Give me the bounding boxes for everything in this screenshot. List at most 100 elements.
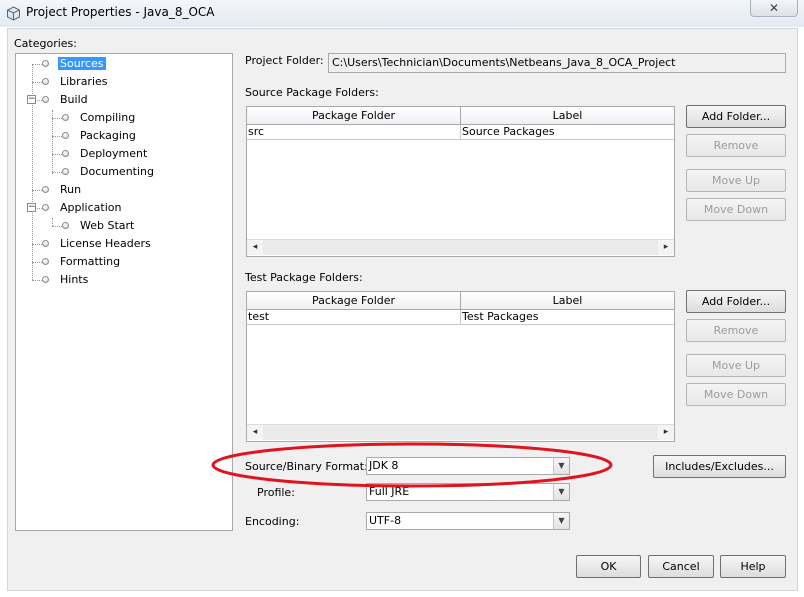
node-icon — [42, 186, 49, 193]
ok-button[interactable]: OK — [576, 555, 641, 578]
encoding-value: UTF-8 — [369, 514, 402, 527]
category-formatting[interactable]: Formatting — [42, 254, 122, 270]
tree-line — [32, 64, 42, 65]
category-deployment[interactable]: Deployment — [62, 146, 149, 162]
scroll-left-icon[interactable]: ◂ — [247, 240, 263, 255]
category-label: Libraries — [60, 75, 108, 88]
category-label: License Headers — [60, 237, 151, 250]
category-hints[interactable]: Hints — [42, 272, 90, 288]
chevron-down-icon: ▼ — [553, 513, 569, 529]
tree-line — [52, 136, 62, 137]
source-remove-button[interactable]: Remove — [686, 134, 786, 157]
horizontal-scrollbar[interactable]: ◂ ▸ — [247, 424, 674, 440]
project-properties-dialog: Project Properties - Java_8_OCA ✕ Catego… — [0, 0, 804, 597]
table-cell-label[interactable]: Test Packages — [461, 310, 674, 325]
node-icon — [42, 78, 49, 85]
close-icon: ✕ — [768, 1, 780, 15]
test-remove-button[interactable]: Remove — [686, 319, 786, 342]
node-icon — [62, 132, 69, 139]
node-icon — [62, 222, 69, 229]
column-header-label[interactable]: Label — [461, 107, 674, 125]
node-icon — [42, 276, 49, 283]
category-label: Hints — [60, 273, 89, 286]
tree-line — [52, 172, 62, 173]
category-libraries[interactable]: Libraries — [42, 74, 110, 90]
table-cell-folder[interactable]: src — [247, 125, 461, 140]
category-web-start[interactable]: Web Start — [62, 218, 136, 234]
test-package-folders-label: Test Package Folders: — [245, 271, 363, 284]
includes-excludes-button[interactable]: Includes/Excludes... — [653, 455, 786, 478]
category-documenting[interactable]: Documenting — [62, 164, 156, 180]
category-label: Deployment — [80, 147, 148, 160]
tree-line — [32, 280, 42, 281]
encoding-label: Encoding: — [245, 515, 300, 528]
horizontal-scrollbar[interactable]: ◂ ▸ — [247, 239, 674, 255]
source-move-down-button[interactable]: Move Down — [686, 198, 786, 221]
profile-value: Full JRE — [369, 485, 410, 498]
project-folder-label: Project Folder: — [245, 54, 324, 67]
source-binary-format-label: Source/Binary Format: — [245, 460, 368, 473]
help-button[interactable]: Help — [720, 555, 786, 578]
profile-select[interactable]: Full JRE ▼ — [366, 483, 570, 501]
tree-line — [52, 154, 62, 155]
category-label: Web Start — [80, 219, 135, 232]
node-icon — [42, 258, 49, 265]
category-label: Compiling — [80, 111, 136, 124]
title-bar: Project Properties - Java_8_OCA ✕ — [0, 0, 804, 27]
category-label: Packaging — [80, 129, 136, 142]
category-run[interactable]: Run — [42, 182, 83, 198]
profile-label: Profile: — [257, 486, 295, 499]
table-cell-label[interactable]: Source Packages — [461, 125, 674, 140]
categories-tree[interactable]: − − Sources Libraries Build Compiling Pa… — [15, 53, 233, 531]
collapse-build-icon[interactable]: − — [27, 95, 36, 104]
scroll-right-icon[interactable]: ▸ — [658, 240, 674, 255]
chevron-down-icon: ▼ — [553, 484, 569, 500]
node-icon — [62, 114, 69, 121]
netbeans-project-icon — [7, 6, 20, 21]
tree-line — [32, 82, 42, 83]
category-sources[interactable]: Sources — [42, 56, 106, 72]
window-title: Project Properties - Java_8_OCA — [26, 5, 215, 19]
tree-line — [32, 262, 42, 263]
source-binary-format-select[interactable]: JDK 8 ▼ — [366, 457, 570, 475]
tree-line — [52, 118, 62, 119]
encoding-select[interactable]: UTF-8 ▼ — [366, 512, 570, 530]
column-header-label[interactable]: Label — [461, 292, 674, 310]
node-icon — [42, 60, 49, 67]
test-move-up-button[interactable]: Move Up — [686, 354, 786, 377]
source-binary-format-value: JDK 8 — [369, 459, 399, 472]
node-icon — [62, 150, 69, 157]
chevron-down-icon: ▼ — [553, 458, 569, 474]
table-cell-folder[interactable]: test — [247, 310, 461, 325]
category-label: Documenting — [80, 165, 154, 178]
category-label: Application — [60, 201, 122, 214]
test-move-down-button[interactable]: Move Down — [686, 383, 786, 406]
column-header-package-folder[interactable]: Package Folder — [247, 107, 461, 125]
scroll-left-icon[interactable]: ◂ — [247, 425, 263, 440]
close-button[interactable]: ✕ — [750, 0, 798, 17]
category-build[interactable]: Build — [42, 92, 90, 108]
project-folder-field[interactable]: C:\Users\Technician\Documents\Netbeans_J… — [328, 53, 786, 73]
tree-line — [52, 226, 62, 227]
node-icon — [62, 168, 69, 175]
node-icon — [42, 240, 49, 247]
category-license-headers[interactable]: License Headers — [42, 236, 153, 252]
category-label: Sources — [58, 57, 106, 70]
category-label: Build — [60, 93, 88, 106]
cancel-button[interactable]: Cancel — [648, 555, 714, 578]
tree-line — [32, 190, 42, 191]
node-icon — [42, 96, 49, 103]
test-add-folder-button[interactable]: Add Folder... — [686, 290, 786, 313]
category-application[interactable]: Application — [42, 200, 123, 216]
category-packaging[interactable]: Packaging — [62, 128, 138, 144]
collapse-application-icon[interactable]: − — [27, 203, 36, 212]
source-packages-table[interactable]: Package Folder Label src Source Packages… — [246, 106, 675, 257]
category-compiling[interactable]: Compiling — [62, 110, 137, 126]
column-header-package-folder[interactable]: Package Folder — [247, 292, 461, 310]
source-move-up-button[interactable]: Move Up — [686, 169, 786, 192]
source-add-folder-button[interactable]: Add Folder... — [686, 105, 786, 128]
category-label: Run — [60, 183, 82, 196]
category-label: Formatting — [60, 255, 121, 268]
test-packages-table[interactable]: Package Folder Label test Test Packages … — [246, 291, 675, 442]
scroll-right-icon[interactable]: ▸ — [658, 425, 674, 440]
